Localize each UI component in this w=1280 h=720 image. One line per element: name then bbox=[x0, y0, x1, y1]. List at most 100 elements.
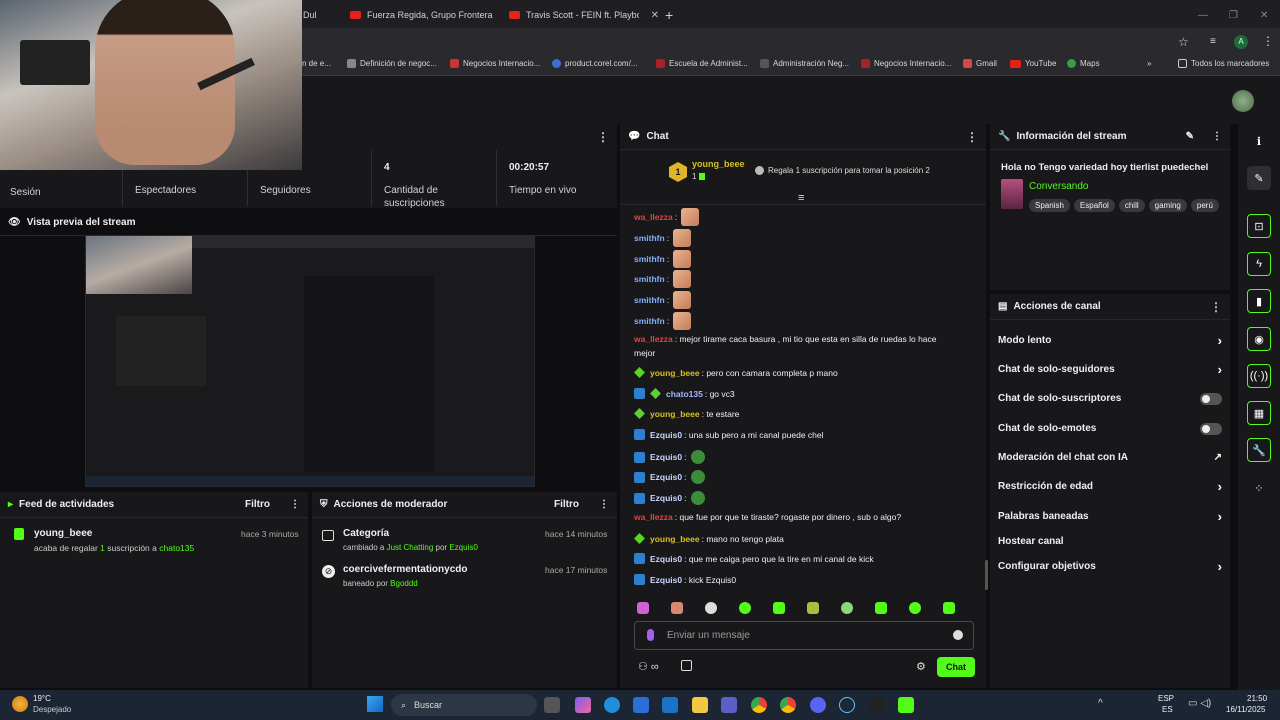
profile-avatar[interactable]: A bbox=[1234, 35, 1248, 49]
emote-icon[interactable] bbox=[773, 602, 785, 614]
chat-username[interactable]: wa_llezza bbox=[634, 334, 673, 344]
store-app-icon[interactable] bbox=[633, 697, 649, 713]
chat-username[interactable]: smithfn bbox=[634, 254, 665, 264]
chat-message[interactable]: smithfn: bbox=[634, 250, 692, 268]
channel-action-row[interactable]: Chat de solo-emotes bbox=[990, 414, 1230, 443]
outlook-icon[interactable] bbox=[662, 697, 678, 713]
star-icon[interactable]: ☆ bbox=[1178, 35, 1189, 49]
chat-message[interactable]: Ezquis0: bbox=[634, 470, 705, 484]
channel-action-row[interactable]: Moderación del chat con IA ↗ bbox=[990, 443, 1230, 472]
windows-start-icon[interactable] bbox=[367, 696, 383, 712]
stream-category[interactable]: Conversando bbox=[1029, 181, 1088, 192]
channel-action-row[interactable]: Modo lento › bbox=[990, 326, 1230, 355]
toggle-switch[interactable] bbox=[1200, 422, 1222, 435]
browser-tab[interactable]: Travis Scott - FEIN ft. Playboi Ca ✕ bbox=[509, 4, 659, 26]
activity-filter-button[interactable]: Filtro bbox=[245, 499, 270, 510]
maximize-icon[interactable]: ❐ bbox=[1229, 4, 1238, 26]
user-avatar[interactable] bbox=[1232, 90, 1254, 112]
browser-menu-icon[interactable]: ⋮ bbox=[1262, 34, 1274, 48]
bookmark[interactable]: Administración Neg... bbox=[760, 59, 849, 68]
more-icon[interactable]: ⋮ bbox=[599, 499, 609, 510]
chat-message[interactable]: young_beee: te estare bbox=[634, 408, 739, 419]
desc-user[interactable]: Ezquis0 bbox=[449, 543, 477, 552]
chat-input[interactable]: Enviar un mensaje bbox=[634, 621, 974, 650]
bookmarks-overflow-icon[interactable]: » bbox=[1147, 59, 1151, 68]
clock-date[interactable]: 16/11/2025 bbox=[1226, 705, 1265, 714]
chat-username[interactable]: Ezquis0 bbox=[650, 554, 682, 564]
bookmark[interactable]: Escuela de Administ... bbox=[656, 59, 748, 68]
bookmark[interactable]: Gmail bbox=[963, 59, 997, 68]
chrome-icon[interactable] bbox=[751, 697, 767, 713]
channel-action-row[interactable]: Chat de solo-suscriptores bbox=[990, 384, 1230, 413]
chat-username[interactable]: Ezquis0 bbox=[650, 575, 682, 585]
bookmark[interactable]: Negocios Internacio... bbox=[861, 59, 951, 68]
chat-message[interactable]: smithfn: bbox=[634, 291, 692, 309]
bookmark[interactable]: Definición de negoc... bbox=[347, 59, 437, 68]
lang-indicator[interactable]: ESP bbox=[1158, 694, 1174, 703]
chat-username[interactable]: Ezquis0 bbox=[650, 493, 682, 503]
store-icon[interactable] bbox=[681, 660, 692, 671]
chat-message[interactable]: young_beee: mano no tengo plata bbox=[634, 533, 784, 544]
browser-tab[interactable]: Fuerza Regida, Grupo Frontera✕ bbox=[350, 4, 500, 26]
chat-message[interactable]: smithfn: bbox=[634, 229, 692, 247]
steam-icon[interactable] bbox=[839, 697, 855, 713]
chat-message[interactable]: wa_llezza: bbox=[634, 208, 700, 226]
layout-icon[interactable]: ▦ bbox=[1247, 401, 1271, 425]
taskbar-search[interactable]: ⌕ Buscar bbox=[391, 694, 537, 716]
chrome-icon[interactable] bbox=[780, 697, 796, 713]
obs-icon[interactable] bbox=[869, 697, 885, 713]
chat-username[interactable]: smithfn bbox=[634, 233, 665, 243]
channel-action-row[interactable]: Chat de solo-seguidores › bbox=[990, 355, 1230, 384]
emote-icon[interactable] bbox=[909, 602, 921, 614]
kick-icon[interactable] bbox=[898, 697, 914, 713]
chat-username[interactable]: young_beee bbox=[650, 534, 700, 544]
activity-user[interactable]: young_beee bbox=[34, 528, 92, 539]
chat-username[interactable]: Ezquis0 bbox=[650, 430, 682, 440]
info-icon[interactable]: ℹ bbox=[1247, 129, 1271, 153]
chat-username[interactable]: young_beee bbox=[650, 368, 700, 378]
mod-filter-button[interactable]: Filtro bbox=[554, 499, 579, 510]
chat-bubble-icon[interactable]: ◉ bbox=[1247, 327, 1271, 351]
emote-icon[interactable] bbox=[875, 602, 887, 614]
chat-message[interactable]: young_beee: pero con camara completa p m… bbox=[634, 367, 838, 378]
more-icon[interactable]: ⋮ bbox=[1210, 300, 1222, 314]
broadcast-icon[interactable]: ((·)) bbox=[1247, 364, 1271, 388]
reading-list-icon[interactable]: ≡ bbox=[1210, 36, 1216, 47]
chat-settings-left-icon[interactable]: ⚇ ∞ bbox=[638, 660, 659, 673]
chat-username[interactable]: Ezquis0 bbox=[650, 452, 682, 462]
emote-icon[interactable] bbox=[705, 602, 717, 614]
leaderboard-user[interactable]: young_beee bbox=[692, 159, 745, 169]
file-explorer-icon[interactable] bbox=[692, 697, 708, 713]
tag[interactable]: Spanish bbox=[1029, 199, 1070, 212]
emote-icon[interactable] bbox=[943, 602, 955, 614]
send-chat-button[interactable]: Chat bbox=[937, 657, 975, 677]
emote-icon[interactable] bbox=[671, 602, 683, 614]
more-icon[interactable]: ⋮ bbox=[597, 130, 609, 144]
chat-username[interactable]: wa_llezza bbox=[634, 212, 673, 222]
collapse-pinned-icon[interactable]: ≡ bbox=[798, 192, 804, 204]
gift-prompt[interactable]: Regala 1 suscripción para tomar la posic… bbox=[755, 166, 930, 175]
emoji-icon[interactable] bbox=[953, 630, 963, 640]
all-bookmarks[interactable]: Todos los marcadores bbox=[1178, 59, 1269, 68]
chat-message[interactable]: Ezquis0: que me caiga pero que la tire e… bbox=[634, 553, 874, 564]
more-icon[interactable]: ⋮ bbox=[290, 499, 300, 510]
mic-icon[interactable] bbox=[647, 629, 654, 641]
wrench-icon[interactable]: 🔧 bbox=[1247, 438, 1271, 462]
tag[interactable]: perú bbox=[1190, 199, 1219, 212]
new-tab-button[interactable]: + bbox=[665, 4, 673, 26]
capture-icon[interactable]: ⊡ bbox=[1247, 214, 1271, 238]
minimize-icon[interactable]: — bbox=[1198, 4, 1208, 26]
emote-icon[interactable] bbox=[807, 602, 819, 614]
clock-time[interactable]: 21:50 bbox=[1247, 694, 1267, 703]
close-tab-icon[interactable]: ✕ bbox=[651, 10, 659, 21]
toggle-switch[interactable] bbox=[1200, 392, 1222, 405]
teams-icon[interactable] bbox=[721, 697, 737, 713]
chat-username[interactable]: young_beee bbox=[650, 409, 700, 419]
tag[interactable]: gaming bbox=[1148, 199, 1187, 212]
chat-message[interactable]: wa_llezza: mejor tirame caca basura , mi… bbox=[634, 334, 937, 344]
bookmark[interactable]: Maps bbox=[1067, 59, 1100, 68]
channel-action-row[interactable]: Configurar objetivos › bbox=[990, 552, 1230, 581]
desc-user[interactable]: Bgoddd bbox=[390, 579, 418, 588]
browser-tab[interactable]: Dul bbox=[303, 4, 323, 26]
bolt-icon[interactable]: ϟ bbox=[1247, 252, 1271, 276]
